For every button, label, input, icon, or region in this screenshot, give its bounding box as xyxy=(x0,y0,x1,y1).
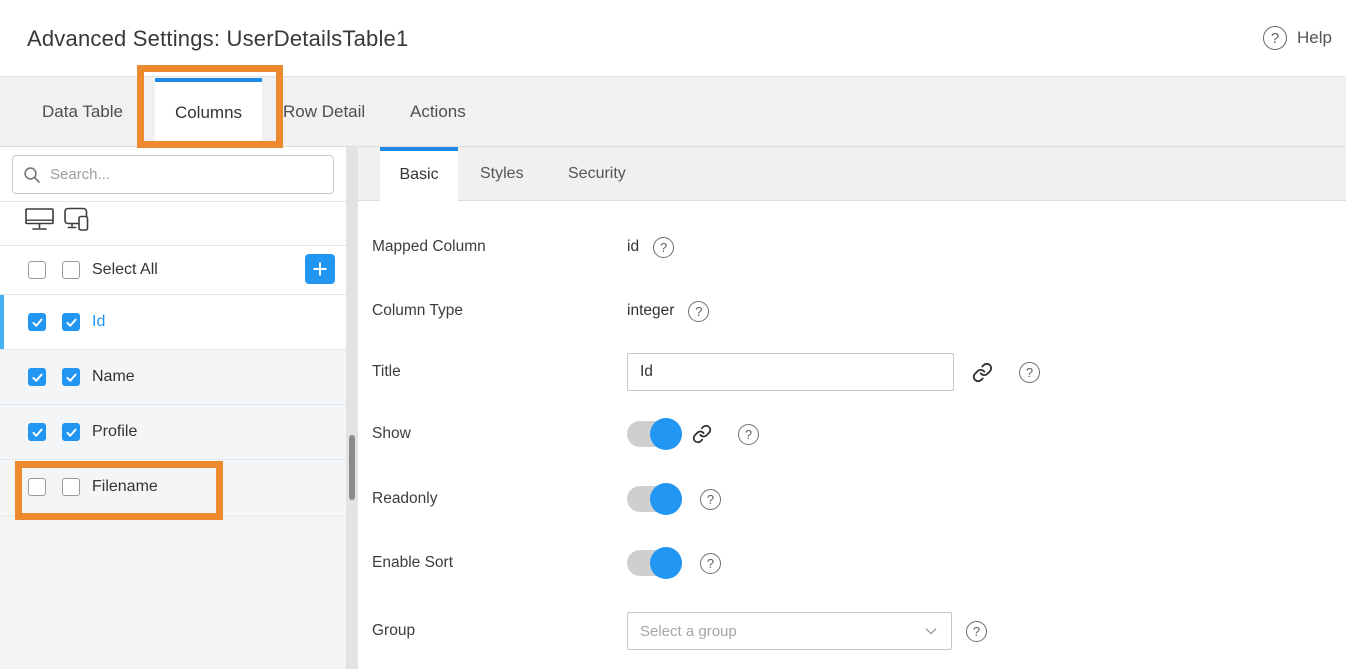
column-type-help-icon[interactable]: ? xyxy=(688,301,709,322)
profile-mobile-checkbox[interactable] xyxy=(62,423,80,441)
profile-desktop-checkbox[interactable] xyxy=(28,423,46,441)
title-label: Title xyxy=(372,363,627,381)
group-select-placeholder: Select a group xyxy=(640,623,923,640)
group-label: Group xyxy=(372,622,627,640)
tab-columns[interactable]: Columns xyxy=(155,78,262,148)
help-button[interactable]: ? Help xyxy=(1263,26,1332,50)
show-help-icon[interactable]: ? xyxy=(738,424,759,445)
plus-icon xyxy=(311,260,329,278)
column-row-filename[interactable]: Filename xyxy=(0,459,346,514)
show-label: Show xyxy=(372,425,627,443)
show-field: Show ? xyxy=(372,415,759,453)
name-mobile-checkbox[interactable] xyxy=(62,368,80,386)
header: Advanced Settings: UserDetailsTable1 ? H… xyxy=(0,0,1346,76)
add-column-button[interactable] xyxy=(305,254,335,284)
tab-row-detail[interactable]: Row Detail xyxy=(283,77,365,147)
tab-security[interactable]: Security xyxy=(568,147,626,201)
mapped-column-label: Mapped Column xyxy=(372,238,627,256)
mapped-column-value: id xyxy=(627,238,639,256)
mapped-column-help-icon[interactable]: ? xyxy=(653,237,674,258)
tab-basic[interactable]: Basic xyxy=(380,147,458,201)
group-field: Group Select a group ? xyxy=(372,612,987,650)
help-question-icon: ? xyxy=(1263,26,1287,50)
mapped-column-field: Mapped Column id ? xyxy=(372,228,674,266)
readonly-label: Readonly xyxy=(372,490,627,508)
sidebar-empty-area xyxy=(0,515,346,669)
show-bind-link-icon[interactable] xyxy=(692,424,712,444)
select-all-label: Select All xyxy=(92,261,158,279)
title-help-icon[interactable]: ? xyxy=(1019,362,1040,383)
column-row-label: Name xyxy=(92,368,135,386)
column-search xyxy=(12,155,334,194)
toggle-knob xyxy=(650,547,682,579)
desktop-icon xyxy=(25,208,55,232)
toggle-knob xyxy=(650,483,682,515)
filename-mobile-checkbox[interactable] xyxy=(62,478,80,496)
column-settings-panel: Basic Styles Security Mapped Column id ?… xyxy=(358,147,1346,669)
columns-sidebar: Select All Id xyxy=(0,147,358,669)
select-all-desktop-checkbox[interactable] xyxy=(28,261,46,279)
column-row-label: Profile xyxy=(92,423,137,441)
advanced-settings-window: Advanced Settings: UserDetailsTable1 ? H… xyxy=(0,0,1346,669)
chevron-down-icon xyxy=(923,623,939,639)
sidebar-scrollbar-track[interactable] xyxy=(346,147,358,669)
show-toggle[interactable] xyxy=(627,418,682,450)
title-field: Title ? xyxy=(372,353,1040,391)
column-list: Id Name Profile xyxy=(0,294,346,514)
column-type-value: integer xyxy=(627,302,674,320)
panel-tabstrip: Basic Styles Security xyxy=(358,147,1346,201)
search-icon xyxy=(23,166,41,184)
column-row-profile[interactable]: Profile xyxy=(0,404,346,459)
column-row-label: Filename xyxy=(92,478,158,496)
title-input[interactable] xyxy=(627,353,954,391)
device-column-headers xyxy=(25,207,92,232)
id-desktop-checkbox[interactable] xyxy=(28,313,46,331)
toggle-knob xyxy=(650,418,682,450)
mobile-devices-icon xyxy=(64,207,92,232)
sidebar-scrollbar-thumb[interactable] xyxy=(349,435,355,500)
readonly-help-icon[interactable]: ? xyxy=(700,489,721,510)
divider xyxy=(0,201,346,202)
select-all-mobile-checkbox[interactable] xyxy=(62,261,80,279)
group-select[interactable]: Select a group xyxy=(627,612,952,650)
tab-styles[interactable]: Styles xyxy=(480,147,524,201)
filename-desktop-checkbox[interactable] xyxy=(28,478,46,496)
id-mobile-checkbox[interactable] xyxy=(62,313,80,331)
name-desktop-checkbox[interactable] xyxy=(28,368,46,386)
readonly-toggle[interactable] xyxy=(627,483,682,515)
column-type-label: Column Type xyxy=(372,302,627,320)
tab-actions[interactable]: Actions xyxy=(410,77,466,147)
page-title: Advanced Settings: UserDetailsTable1 xyxy=(27,26,408,52)
tab-data-table[interactable]: Data Table xyxy=(42,77,123,147)
column-row-name[interactable]: Name xyxy=(0,349,346,404)
enable-sort-label: Enable Sort xyxy=(372,554,627,572)
column-type-field: Column Type integer ? xyxy=(372,292,709,330)
readonly-field: Readonly ? xyxy=(372,480,721,518)
help-label: Help xyxy=(1297,28,1332,48)
select-all-row: Select All xyxy=(0,246,346,293)
title-bind-link-icon[interactable] xyxy=(972,362,993,383)
column-row-label: Id xyxy=(92,313,105,331)
enable-sort-field: Enable Sort ? xyxy=(372,544,721,582)
enable-sort-toggle[interactable] xyxy=(627,547,682,579)
group-help-icon[interactable]: ? xyxy=(966,621,987,642)
column-row-id[interactable]: Id xyxy=(0,294,346,349)
settings-tabstrip: Data Table Columns Row Detail Actions xyxy=(0,76,1346,147)
enable-sort-help-icon[interactable]: ? xyxy=(700,553,721,574)
search-input[interactable] xyxy=(50,166,323,183)
